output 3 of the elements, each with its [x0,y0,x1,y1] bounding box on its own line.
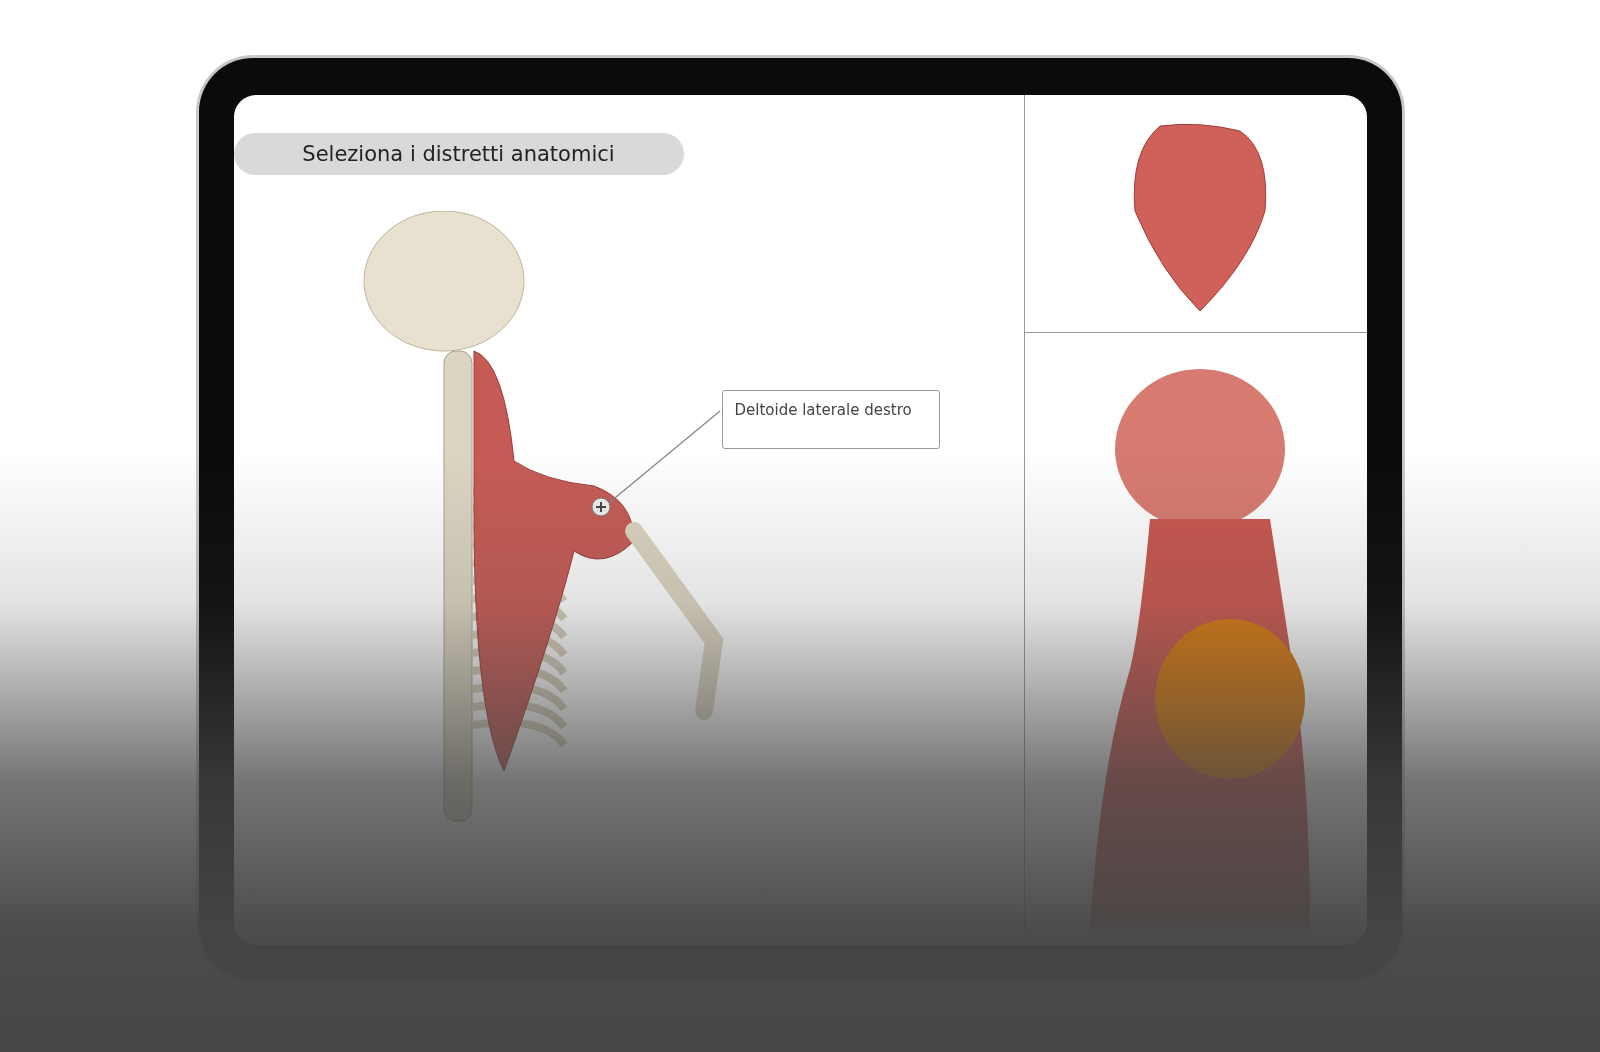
muscle-label: Deltoide laterale destro [721,390,940,449]
title-pill: Seleziona i distretti anatomici [233,133,684,175]
plus-marker-icon[interactable] [590,497,611,517]
